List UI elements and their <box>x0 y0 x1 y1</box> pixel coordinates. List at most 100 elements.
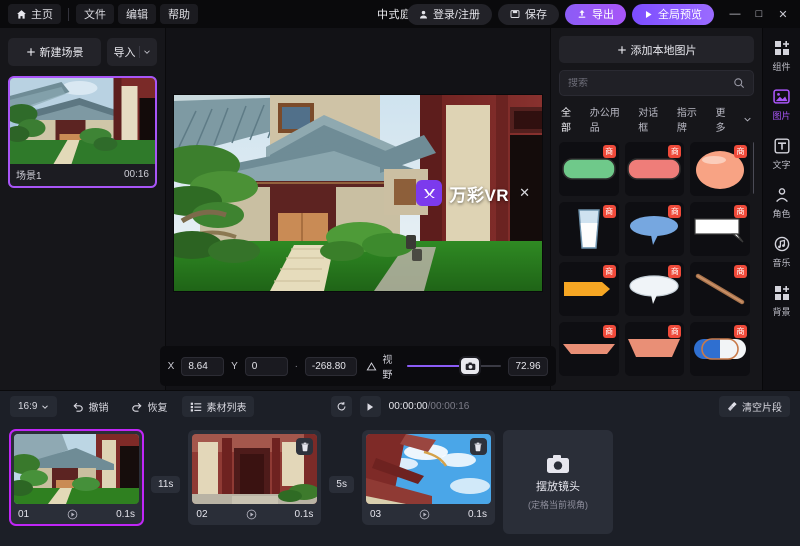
redo-button[interactable]: 恢复 <box>123 396 175 417</box>
commercial-badge: 商 <box>668 205 682 218</box>
save-button[interactable]: 保存 <box>498 3 559 25</box>
character-icon <box>772 185 791 204</box>
category-office[interactable]: 办公用品 <box>590 104 629 134</box>
category-more[interactable]: 更多 <box>715 104 752 134</box>
material-list-button[interactable]: 素材列表 <box>182 396 255 417</box>
scene-card[interactable]: 场景1 00:16 <box>8 76 157 188</box>
menu-edit[interactable]: 编辑 <box>118 4 156 24</box>
clip-duration: 0.1s <box>116 509 135 520</box>
timeline-clip[interactable]: 03 0.1s <box>361 430 495 525</box>
category-sign[interactable]: 指示牌 <box>677 104 707 134</box>
clip-thumbnail <box>192 434 318 504</box>
search-input[interactable] <box>568 77 733 89</box>
commercial-badge: 商 <box>668 145 682 158</box>
fov-group: 视野 <box>366 351 501 381</box>
preview-viewport[interactable]: 万彩VR ✕ <box>174 95 542 291</box>
asset-tile[interactable]: 商 <box>624 202 685 256</box>
save-icon <box>510 9 520 19</box>
asset-tile[interactable]: 商 <box>690 322 750 376</box>
camera-control-bar: X 8.64 Y 0 · -268.80 视野 72.96 <box>159 346 557 390</box>
aspect-ratio-label: 16:9 <box>18 401 38 412</box>
commercial-badge: 商 <box>668 325 682 338</box>
login-register-button[interactable]: 登录/注册 <box>406 3 492 25</box>
rail-item-character[interactable]: 角色 <box>763 185 800 220</box>
watermark-close-icon[interactable]: ✕ <box>519 185 530 201</box>
preview-panel: 万彩VR ✕ X 8.64 Y 0 · -268.80 视野 72.96 <box>159 28 557 390</box>
category-dialog[interactable]: 对话框 <box>638 104 668 134</box>
asset-tile[interactable]: 商 <box>559 262 619 316</box>
playback-controls: 00:00:00/00:00:16 <box>0 396 800 417</box>
timeline-clip[interactable]: 01 0.1s <box>9 429 144 526</box>
z-input[interactable]: -268.80 <box>304 356 358 376</box>
clip-delete-icon[interactable] <box>296 438 314 455</box>
import-label: 导入 <box>113 47 136 59</box>
asset-tile[interactable]: 商 <box>559 142 619 196</box>
x-input[interactable]: 8.64 <box>181 356 225 376</box>
menu-file[interactable]: 文件 <box>76 4 114 24</box>
new-scene-button[interactable]: 新建场景 <box>8 38 101 66</box>
aspect-ratio-dropdown[interactable]: 16:9 <box>10 396 58 417</box>
rail-label: 图片 <box>772 111 791 121</box>
timeline-track: 01 0.1s 11s 02 0.1s 5s 03 0.1s 摆放镜头 (定格当… <box>0 422 800 546</box>
clip-play-icon[interactable] <box>246 509 257 520</box>
asset-scrollbar[interactable] <box>753 142 754 194</box>
category-all[interactable]: 全部 <box>561 104 581 134</box>
fov-slider-knob[interactable] <box>459 356 482 376</box>
home-icon <box>16 9 27 20</box>
assets-panel: 添加本地图片 全部 办公用品 对话框 指示牌 更多 <box>550 28 762 390</box>
clip-gap[interactable]: 5s <box>329 475 354 493</box>
asset-tile[interactable]: 商 <box>624 142 685 196</box>
rail-label: 背景 <box>772 307 791 317</box>
text-icon <box>772 136 791 155</box>
scene-meta: 场景1 00:16 <box>10 164 155 186</box>
asset-tile[interactable]: 商 <box>624 322 685 376</box>
add-camera-clip-title: 摆放镜头 <box>535 480 580 493</box>
search-icon[interactable] <box>733 77 745 89</box>
fov-value[interactable]: 72.96 <box>507 356 549 376</box>
rail-item-text[interactable]: 文字 <box>763 136 800 171</box>
search-box[interactable] <box>559 70 754 96</box>
rail-item-background[interactable]: 背景 <box>763 283 800 318</box>
export-label: 导出 <box>592 9 614 21</box>
commercial-badge: 商 <box>602 325 616 338</box>
menu-edit-label: 编辑 <box>126 9 148 21</box>
add-local-image-button[interactable]: 添加本地图片 <box>559 36 754 63</box>
asset-tile[interactable]: 商 <box>559 202 619 256</box>
global-preview-button[interactable]: 全局预览 <box>632 3 714 25</box>
close-button[interactable]: ✕ <box>772 4 794 24</box>
minimize-button[interactable]: — <box>724 4 746 24</box>
y-input[interactable]: 0 <box>244 356 288 376</box>
undo-button[interactable]: 撤销 <box>64 396 116 417</box>
menu-help[interactable]: 帮助 <box>160 4 198 24</box>
commercial-badge: 商 <box>734 205 747 218</box>
user-icon <box>419 10 428 19</box>
clear-clips-button[interactable]: 清空片段 <box>719 396 790 417</box>
clip-gap[interactable]: 11s <box>151 475 181 493</box>
maximize-button[interactable]: □ <box>748 4 770 24</box>
asset-tile[interactable]: 商 <box>690 202 750 256</box>
export-button[interactable]: 导出 <box>565 3 626 25</box>
add-local-image-label: 添加本地图片 <box>630 44 697 57</box>
rail-item-components[interactable]: 组件 <box>763 38 800 73</box>
asset-tile[interactable]: 商 <box>559 322 619 376</box>
clip-meta: 02 0.1s <box>192 504 317 521</box>
add-camera-clip-button[interactable]: 摆放镜头 (定格当前视角) <box>502 430 613 534</box>
clip-play-icon[interactable] <box>67 509 78 520</box>
asset-tile[interactable]: 商 <box>624 262 685 316</box>
asset-tile[interactable]: 商 <box>690 262 750 316</box>
global-preview-label: 全局预览 <box>658 9 702 21</box>
loop-button[interactable] <box>330 396 352 417</box>
rail-item-image[interactable]: 图片 <box>763 87 800 122</box>
clear-clips-label: 清空片段 <box>742 403 782 414</box>
chevron-down-icon <box>143 48 151 56</box>
clip-delete-icon[interactable] <box>469 438 487 455</box>
clip-play-icon[interactable] <box>419 509 430 520</box>
play-button[interactable] <box>359 396 381 417</box>
home-button[interactable]: 主页 <box>8 4 61 24</box>
import-button[interactable]: 导入 <box>107 38 157 66</box>
main-area: 新建场景 导入 场景1 00:16 万彩VR ✕ X 8.64 Y 0 · -2… <box>0 28 800 390</box>
timeline-clip[interactable]: 02 0.1s <box>188 430 322 525</box>
asset-tile[interactable]: 商 <box>690 142 750 196</box>
rail-item-music[interactable]: 音乐 <box>763 234 800 269</box>
fov-slider[interactable] <box>406 356 501 376</box>
